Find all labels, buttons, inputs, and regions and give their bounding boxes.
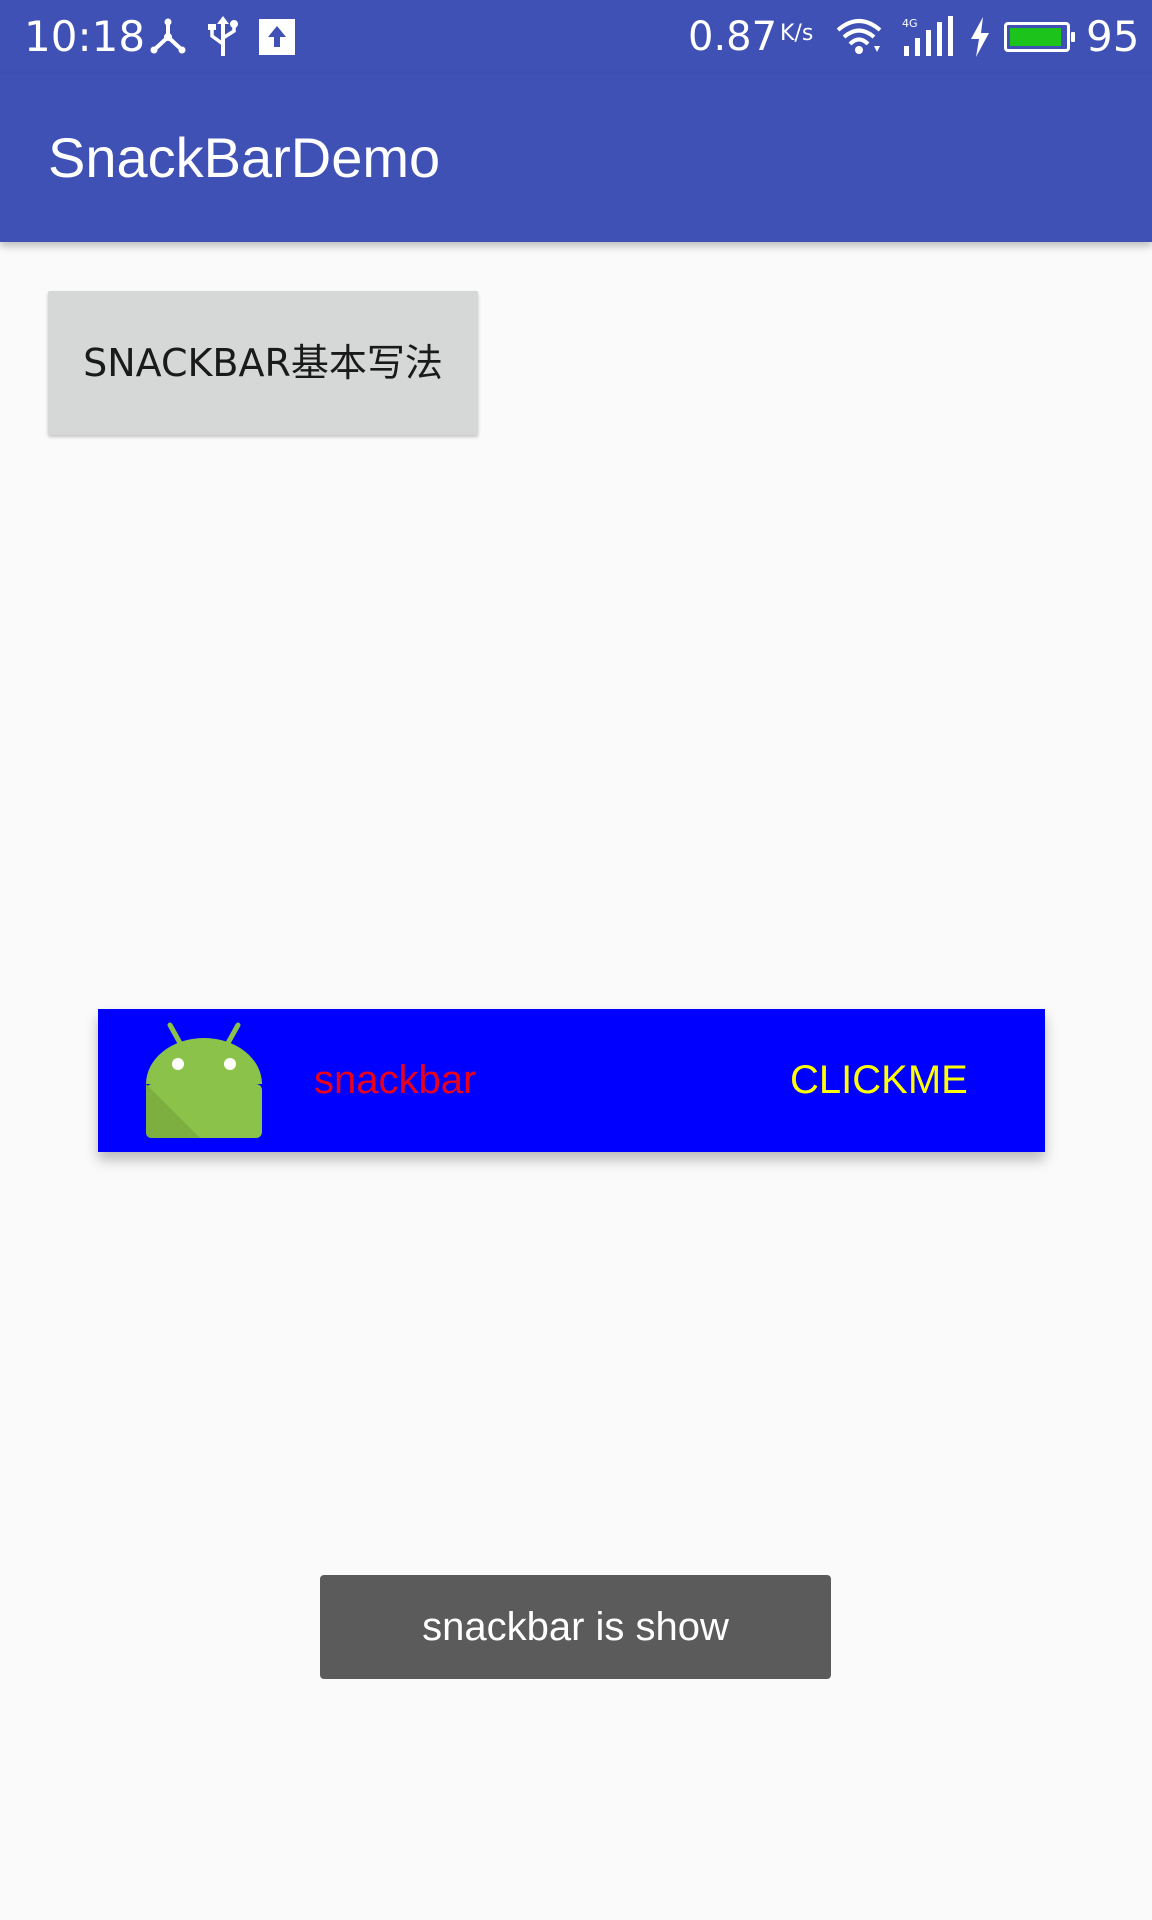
snackbar-basic-button[interactable]: SNACKBAR基本写法 <box>48 291 478 435</box>
usb-tethering-icon <box>148 16 188 58</box>
snackbar: snackbar CLICKME <box>98 1009 1045 1152</box>
snackbar-message: snackbar <box>314 1058 477 1102</box>
status-time: 10:18 <box>24 12 146 61</box>
toast-message: snackbar is show <box>320 1575 831 1679</box>
signal-icon: 4G <box>900 16 956 58</box>
app-bar: SnackBarDemo <box>0 74 1152 242</box>
charging-icon <box>968 16 992 58</box>
app-title: SnackBarDemo <box>48 126 441 189</box>
battery-level-fill <box>1010 28 1061 46</box>
network-speed-unit: K/s <box>780 21 814 46</box>
usb-icon <box>206 16 240 58</box>
network-type-label: 4G <box>902 17 918 30</box>
battery-icon <box>1004 22 1075 52</box>
upload-icon <box>258 16 296 58</box>
network-speed: 0.87 <box>688 14 778 60</box>
battery-percentage: 95 <box>1086 12 1140 61</box>
wifi-icon <box>834 16 884 58</box>
status-bar: 10:18 0.87 K/s 4G 95 <box>0 0 1152 74</box>
snackbar-action-button[interactable]: CLICKME <box>790 1053 968 1107</box>
android-icon <box>144 1021 264 1141</box>
